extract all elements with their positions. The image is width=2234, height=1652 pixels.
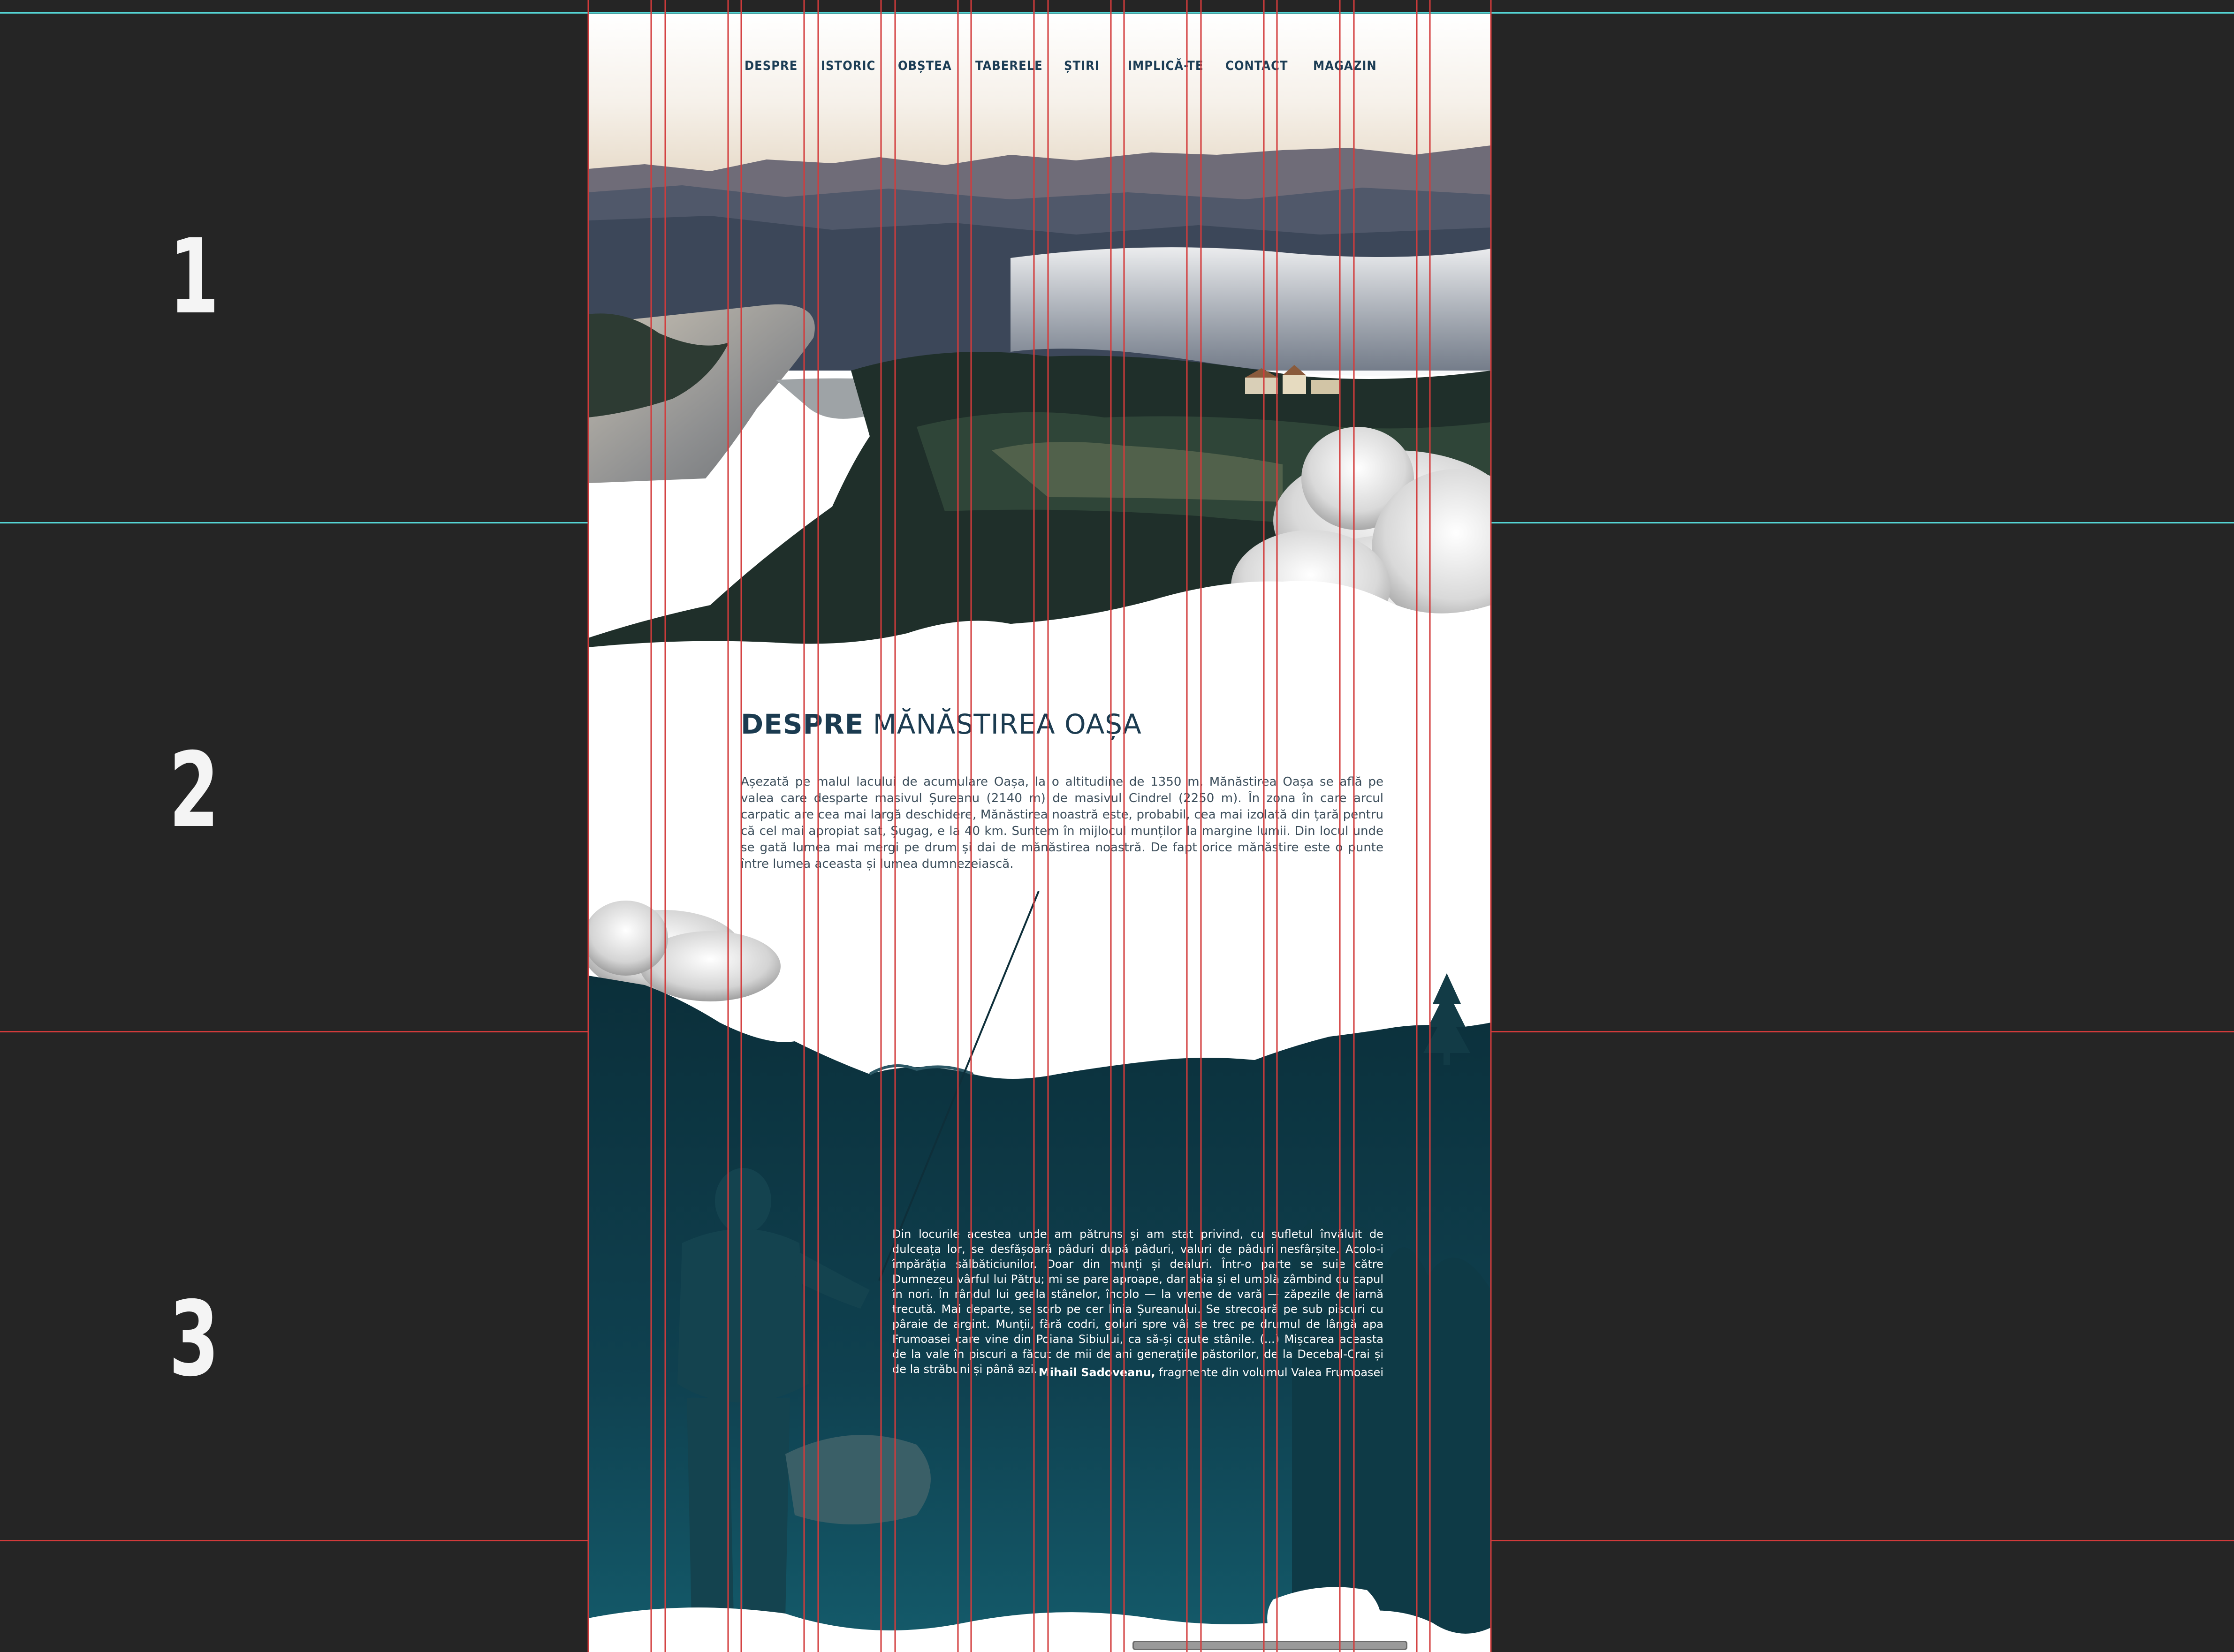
section-label-2: 2 [169,730,220,850]
guide-top [0,12,2234,14]
sadoveanu-quote: Din locurile acestea unde am pătruns și … [892,1228,1383,1376]
about-heading-bold: DESPRE [741,708,864,740]
nav-magazin[interactable]: MAGAZIN [1313,59,1377,73]
quote-attribution: Mihail Sadoveanu, fragmente din volumul … [1024,1366,1383,1379]
section-label-3: 3 [169,1279,220,1399]
horizontal-scrollbar[interactable] [1132,1641,1407,1650]
page-artboard: DESPRE ISTORIC OBȘTEA TABERELE ȘTIRI IMP… [588,14,1491,1652]
about-heading: DESPRE MĂNĂSTIREA OAȘA [741,708,1142,740]
nav-taberele[interactable]: TABERELE [975,59,1043,73]
nav-istoric[interactable]: ISTORIC [821,59,875,73]
quote-source: fragmente din volumul Valea Frumoasei [1155,1366,1383,1379]
nav-contact[interactable]: CONTACT [1225,59,1288,73]
about-heading-rest: MĂNĂSTIREA OAȘA [864,708,1142,740]
about-paragraph: Așezată pe malul lacului de acumulare Oa… [741,775,1383,871]
nav-obstea[interactable]: OBȘTEA [898,59,952,73]
hero-landscape-image [588,14,1491,694]
nav-despre[interactable]: DESPRE [745,59,798,73]
main-navigation: DESPRE ISTORIC OBȘTEA TABERELE ȘTIRI IMP… [588,59,1491,87]
nav-implica-te[interactable]: IMPLICĂ-TE [1128,59,1203,73]
quote-author-name: Mihail Sadoveanu, [1038,1366,1155,1379]
section-label-1: 1 [169,217,220,337]
nav-stiri[interactable]: ȘTIRI [1064,59,1100,73]
pine-tree-icon [1423,973,1470,1065]
